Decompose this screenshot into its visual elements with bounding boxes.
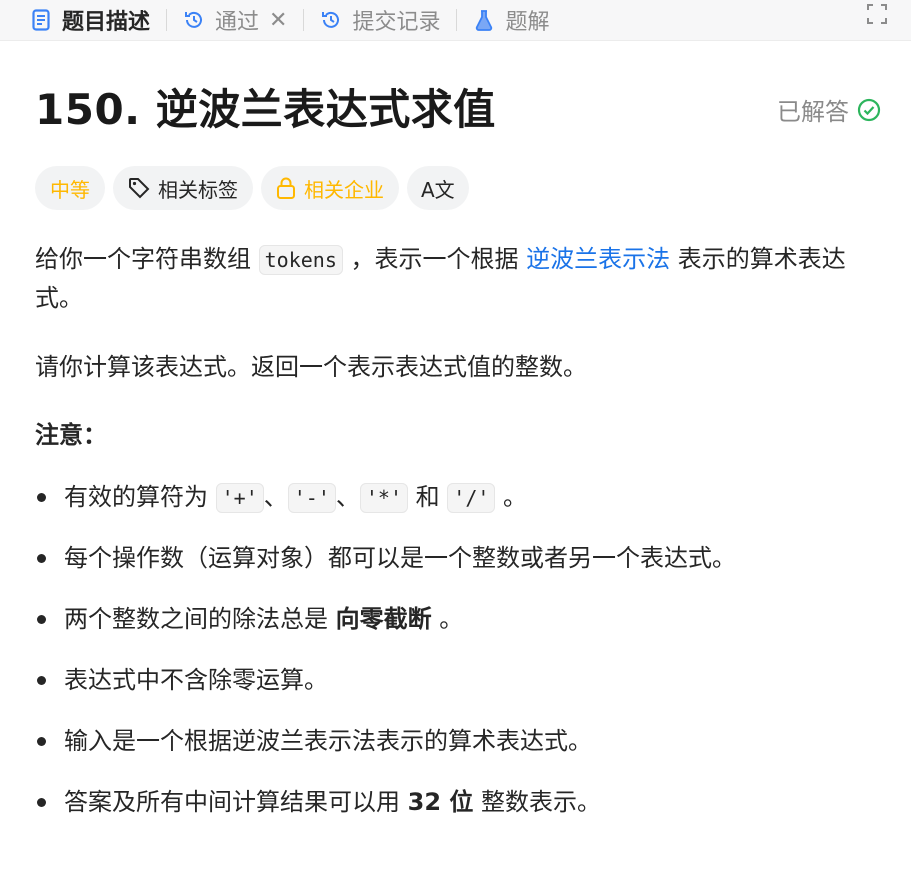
tab-description[interactable]: 题目描述 [0, 0, 162, 40]
tag-icon [128, 177, 150, 199]
tab-divider [303, 9, 305, 31]
tab-label: 题解 [505, 10, 550, 35]
text: 输入是一个根据逆波兰表示法表示的算术表达式。 [64, 727, 592, 755]
description-paragraph: 给你一个字符串数组 tokens ，表示一个根据 逆波兰表示法 表示的算术表达式… [35, 240, 881, 317]
history-icon [320, 9, 342, 31]
text: 整数表示。 [473, 788, 602, 816]
bold-text: 32 位 [407, 788, 474, 816]
check-circle-icon [857, 98, 881, 121]
text: 、 [335, 483, 360, 511]
inline-code: '-' [287, 483, 336, 513]
text: 有效的算符为 [64, 483, 216, 511]
list-item: 每个操作数（运算对象）都可以是一个整数或者另一个表达式。 [35, 539, 736, 600]
notes-list: 有效的算符为 '+'、 '-'、 '*' 和 '/' 。 每个操作数（运算对象）都可… [35, 478, 736, 844]
tag-row: 中等 相关标签 相关企业 A文 [35, 166, 477, 210]
close-icon[interactable]: ✕ [269, 8, 287, 33]
tab-accepted[interactable]: 通过 ✕ [171, 0, 299, 40]
list-item: 表达式中不含除零运算。 [35, 661, 736, 722]
document-icon [30, 9, 52, 31]
expand-icon[interactable] [865, 2, 889, 26]
text: 两个整数之间的除法总是 [64, 605, 336, 633]
flask-icon [473, 9, 495, 31]
companies-tag-button[interactable]: 相关企业 [261, 166, 399, 210]
tab-label: 通过 [215, 10, 260, 35]
inline-code: tokens [258, 245, 343, 275]
solved-label: 已解答 [777, 98, 849, 126]
lock-icon [276, 177, 296, 199]
inline-code: '*' [359, 483, 409, 513]
translate-button[interactable]: A文 [407, 166, 469, 210]
text: 和 [408, 483, 448, 511]
list-item: 答案及所有中间计算结果可以用 32 位 整数表示。 [35, 783, 736, 844]
list-item: 两个整数之间的除法总是 向零截断 。 [35, 600, 736, 661]
topics-label: 相关标签 [158, 177, 238, 202]
tab-submissions[interactable]: 提交记录 [308, 0, 452, 40]
problem-title[interactable]: 150. 逆波兰表达式求值 [35, 82, 881, 138]
text: ，表示一个根据 [342, 245, 527, 273]
tab-label: 题目描述 [62, 10, 151, 35]
difficulty-badge: 中等 [35, 166, 105, 210]
text: 每个操作数（运算对象）都可以是一个整数或者另一个表达式。 [64, 544, 736, 572]
history-icon [183, 9, 205, 31]
tab-solutions[interactable]: 题解 [461, 0, 561, 40]
text: 。 [431, 605, 464, 633]
tab-label: 提交记录 [352, 10, 441, 35]
solved-status: 已解答 [777, 92, 881, 127]
companies-label: 相关企业 [304, 177, 384, 202]
bold-text: 向零截断 [335, 605, 432, 633]
note-heading: 注意： [35, 421, 107, 449]
title-row: 150. 逆波兰表达式求值 已解答 [35, 82, 881, 138]
inline-code: '+' [215, 483, 264, 513]
text: 答案及所有中间计算结果可以用 [64, 788, 408, 816]
rpn-link[interactable]: 逆波兰表示法 [526, 245, 670, 273]
text: 、 [263, 483, 288, 511]
text: 表达式中不含除零运算。 [64, 666, 328, 694]
list-item: 有效的算符为 '+'、 '-'、 '*' 和 '/' 。 [35, 478, 736, 539]
tab-divider [166, 9, 168, 31]
topics-tag-button[interactable]: 相关标签 [113, 166, 253, 210]
text: 。 [495, 483, 528, 511]
description-paragraph: 请你计算该表达式。返回一个表示表达式值的整数。 [35, 353, 587, 381]
list-item: 输入是一个根据逆波兰表示法表示的算术表达式。 [35, 722, 736, 783]
inline-code: '/' [447, 483, 496, 513]
translate-icon: A文 [421, 177, 455, 202]
tab-divider [456, 9, 458, 31]
tab-bar: 题目描述 通过 ✕ 提交记录 题解 [0, 0, 911, 41]
text: 给你一个字符串数组 [35, 245, 259, 273]
